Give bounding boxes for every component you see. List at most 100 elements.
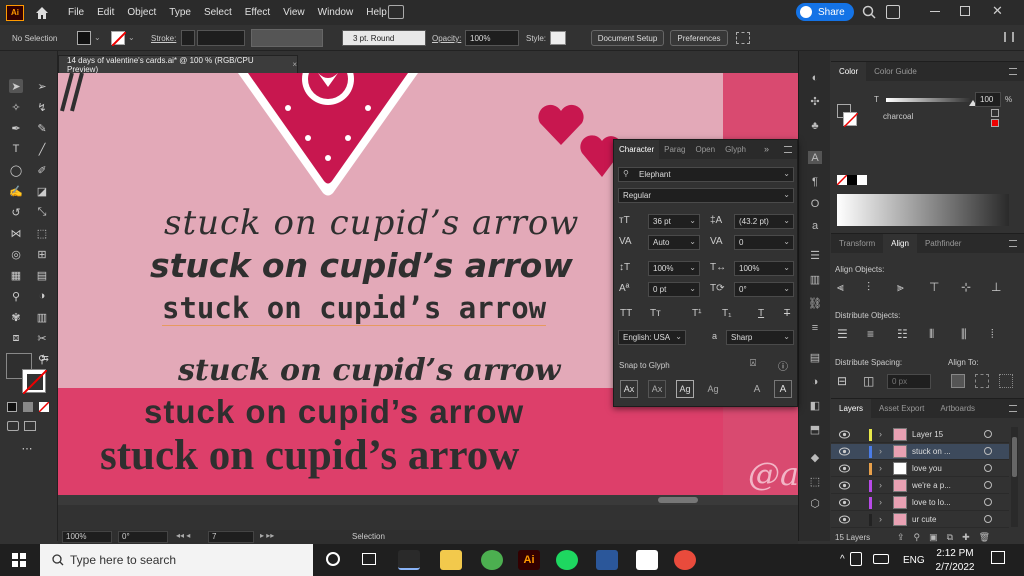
panel-menu-icon[interactable] xyxy=(1009,240,1017,247)
notifications-icon[interactable] xyxy=(991,551,1005,564)
notion-icon[interactable] xyxy=(636,550,658,570)
target-circle-icon[interactable] xyxy=(984,447,992,455)
layer-row[interactable]: › love to lo... xyxy=(831,495,1009,511)
panel-menu-icon[interactable] xyxy=(1009,405,1017,412)
illustrator-app-icon[interactable]: Ai xyxy=(518,550,540,570)
artboard-text-line[interactable]: stuck on cupid’s arrow xyxy=(100,431,519,480)
tab-artboards[interactable]: Artboards xyxy=(932,399,983,418)
align-to-selection-icon[interactable] xyxy=(975,374,989,388)
slice-tool-icon[interactable]: ✂ xyxy=(35,331,49,345)
expand-icon[interactable]: › xyxy=(879,514,882,524)
swap-colors-icon[interactable]: ⇆ xyxy=(38,351,52,365)
layer-row[interactable]: › ur cute xyxy=(831,512,1009,528)
layers-scrollbar[interactable] xyxy=(1011,427,1018,527)
line-tool-icon[interactable]: ╱ xyxy=(35,142,49,156)
home-icon[interactable] xyxy=(34,5,50,21)
arrange-icon[interactable] xyxy=(736,32,750,44)
horizontal-scale-input[interactable]: 100% ⌄ xyxy=(734,261,794,276)
3d-icon[interactable]: ⬡ xyxy=(808,497,822,510)
snap-options-icon[interactable]: ⍓ xyxy=(750,358,756,369)
collect-export-icon[interactable]: ⇪ xyxy=(897,532,905,543)
tint-slider[interactable] xyxy=(886,98,972,102)
perspective-grid-icon[interactable]: ⊞ xyxy=(35,247,49,261)
align-bottom-icon[interactable]: ⊥ xyxy=(991,280,1001,294)
align-left-icon[interactable]: ⫷ xyxy=(837,280,844,295)
edit-toolbar-icon[interactable]: ⋯ xyxy=(20,441,34,455)
arrange-docs-icon[interactable] xyxy=(388,5,404,19)
align-top-icon[interactable]: ⊤ xyxy=(929,280,939,294)
stroke-dropdown-icon[interactable]: ⌄ xyxy=(128,33,135,42)
pen-tool-icon[interactable]: ✒ xyxy=(9,121,23,135)
dist-bottom-icon[interactable]: ☷ xyxy=(897,327,908,341)
magic-wand-icon[interactable]: ✧ xyxy=(9,100,23,114)
align-to-artboard-icon[interactable] xyxy=(999,374,1013,388)
align-to-key-icon[interactable] xyxy=(951,374,965,388)
snap-xheight-icon[interactable]: Ax xyxy=(648,380,666,398)
visibility-eye-icon[interactable] xyxy=(839,447,850,456)
clock-date[interactable]: 2/7/2022 xyxy=(934,562,976,573)
tab-color-guide[interactable]: Color Guide xyxy=(866,62,925,81)
spotify-icon[interactable] xyxy=(556,550,578,570)
opacity-label[interactable]: Opacity: xyxy=(432,34,461,43)
links-icon[interactable]: ⛓ xyxy=(808,297,822,310)
layer-row[interactable]: › love you xyxy=(831,461,1009,477)
layer-row[interactable]: › we're a p... xyxy=(831,478,1009,494)
snap-proximity-icon[interactable]: Ag xyxy=(704,380,722,398)
web-color-icon[interactable] xyxy=(991,109,999,117)
menu-type[interactable]: Type xyxy=(169,7,191,18)
visibility-eye-icon[interactable] xyxy=(839,498,850,507)
color-mode-icon[interactable] xyxy=(7,402,17,412)
tab-glyphs[interactable]: Glyph xyxy=(720,140,751,159)
snap-glyph-bounds-icon[interactable]: Ag xyxy=(676,380,694,398)
horizontal-scrollbar[interactable] xyxy=(58,495,798,505)
tab-transform[interactable]: Transform xyxy=(831,234,883,253)
artboard-text-line-selected[interactable]: stuck on cupid’s arrow xyxy=(162,291,547,326)
tab-asset-export[interactable]: Asset Export xyxy=(871,399,932,418)
cortana-icon[interactable] xyxy=(326,552,340,566)
input-language[interactable]: ENG xyxy=(903,555,925,566)
panel-menu-icon[interactable] xyxy=(1004,32,1014,42)
direct-selection-tool-icon[interactable]: ➢ xyxy=(35,79,49,93)
target-circle-icon[interactable] xyxy=(984,498,992,506)
all-caps-button[interactable]: TT xyxy=(620,308,632,319)
menu-window[interactable]: Window xyxy=(318,7,354,18)
share-button[interactable]: Share xyxy=(796,3,854,21)
stroke-label[interactable]: Stroke: xyxy=(151,34,176,43)
color-panel-icon[interactable]: ◐ xyxy=(808,71,822,84)
align-hcenter-icon[interactable]: ⫶ xyxy=(867,280,870,295)
scale-tool-icon[interactable]: ⤡ xyxy=(35,205,49,219)
graphic-styles-icon[interactable]: ⬒ xyxy=(808,423,822,436)
visibility-eye-icon[interactable] xyxy=(839,464,850,473)
none-color-icon[interactable] xyxy=(837,175,847,185)
snap-anchor-icon[interactable]: A xyxy=(774,380,792,398)
locate-object-icon[interactable]: ⚲ xyxy=(914,532,921,543)
keyboard-icon[interactable] xyxy=(873,554,889,564)
expand-icon[interactable]: › xyxy=(879,480,882,490)
mesh-tool-icon[interactable]: ▦ xyxy=(9,268,23,282)
artboard-text-line[interactable]: stuck on cupid’s arrow xyxy=(144,393,524,431)
tab-paragraph[interactable]: Parag xyxy=(659,140,690,159)
preferences-button[interactable]: Preferences xyxy=(670,30,728,46)
antialias-select[interactable]: Sharp ⌄ xyxy=(726,330,794,345)
screen-mode-icon[interactable] xyxy=(24,421,36,431)
symbols-icon[interactable]: ♣ xyxy=(808,119,822,132)
zoom-level-select[interactable]: 100% xyxy=(62,531,112,543)
scrollbar-thumb[interactable] xyxy=(658,497,698,503)
brushes-icon[interactable]: ✣ xyxy=(808,95,822,108)
layer-row[interactable]: › Layer 15 xyxy=(831,427,1009,443)
lasso-icon[interactable]: ↯ xyxy=(35,100,49,114)
new-sublayer-icon[interactable]: ⧉ xyxy=(947,532,953,543)
menu-object[interactable]: Object xyxy=(127,7,156,18)
snap-baseline-icon[interactable]: Ax xyxy=(620,380,638,398)
windows-start-icon[interactable] xyxy=(12,553,26,567)
gradient-mode-icon[interactable] xyxy=(23,402,33,412)
out-of-gamut-icon[interactable] xyxy=(991,119,999,127)
leading-input[interactable]: (43.2 pt) ⌄ xyxy=(734,214,794,229)
previous-artboard-icon[interactable]: ◂◂ ◂ xyxy=(176,531,190,540)
delete-layer-icon[interactable]: 🗑 xyxy=(979,532,990,543)
word-icon[interactable] xyxy=(596,550,618,570)
gradient-tool-icon[interactable]: ▤ xyxy=(35,268,49,282)
strikethrough-button[interactable]: T xyxy=(784,308,790,319)
dist-right-icon[interactable]: ⦙ xyxy=(991,327,994,342)
show-hidden-icons[interactable]: ^ xyxy=(840,554,845,565)
